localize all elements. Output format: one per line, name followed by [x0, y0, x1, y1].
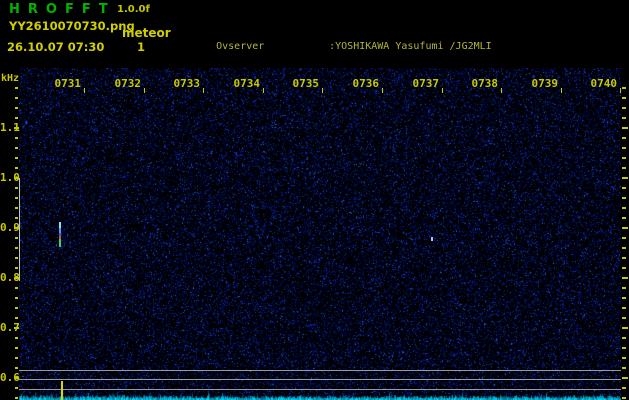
freq-tick-right — [622, 237, 626, 239]
freq-tick-minor — [15, 157, 18, 159]
freq-tick-minor — [15, 267, 18, 269]
freq-tick-major — [14, 127, 19, 129]
time-tick-label: 0732 — [114, 77, 142, 90]
freq-tick-right — [622, 367, 626, 369]
freq-tick-right — [622, 97, 626, 99]
freq-tick-minor — [15, 137, 18, 139]
freq-tick-right — [622, 257, 626, 259]
time-tick-mark — [442, 88, 443, 93]
freq-tick-right — [622, 207, 626, 209]
freq-tick-right — [622, 307, 626, 309]
time-tick-label: 0739 — [531, 77, 559, 90]
freq-tick-minor — [15, 107, 18, 109]
freq-tick-minor — [15, 207, 18, 209]
time-tick-label: 0737 — [412, 77, 440, 90]
freq-tick-minor — [15, 297, 18, 299]
freq-tick-label: 0.9 — [0, 221, 20, 234]
freq-tick-right — [622, 107, 626, 109]
freq-tick-minor — [15, 247, 18, 249]
freq-tick-right — [622, 117, 626, 119]
freq-tick-minor — [15, 387, 18, 389]
freq-tick-right — [622, 397, 626, 399]
reference-line — [19, 370, 621, 371]
freq-tick-major — [14, 177, 19, 179]
freq-tick-minor — [15, 287, 18, 289]
freq-tick-right — [622, 177, 628, 179]
freq-tick-right — [622, 277, 628, 279]
freq-tick-label: 1.0 — [0, 171, 20, 184]
freq-tick-right — [622, 217, 626, 219]
freq-tick-right — [622, 387, 626, 389]
time-tick-mark — [144, 88, 145, 93]
freq-tick-minor — [15, 347, 18, 349]
freq-tick-right — [622, 337, 626, 339]
freq-tick-minor — [15, 147, 18, 149]
freq-tick-minor — [15, 117, 18, 119]
freq-tick-right — [622, 357, 626, 359]
time-tick-mark — [84, 88, 85, 93]
freq-tick-label: 0.7 — [0, 321, 20, 334]
bottom-time-marker — [61, 381, 63, 400]
freq-tick-minor — [15, 367, 18, 369]
time-tick-mark — [620, 88, 621, 93]
freq-tick-right — [622, 297, 626, 299]
freq-tick-right — [622, 247, 626, 249]
freq-tick-minor — [15, 237, 18, 239]
freq-tick-minor — [15, 397, 18, 399]
freq-tick-right — [622, 377, 628, 379]
time-tick-mark — [263, 88, 264, 93]
freq-tick-right — [622, 347, 626, 349]
freq-tick-minor — [15, 197, 18, 199]
freq-tick-minor — [15, 167, 18, 169]
freq-tick-right — [622, 87, 626, 89]
time-tick-label: 0733 — [173, 77, 201, 90]
freq-tick-right — [622, 187, 626, 189]
reference-line — [19, 379, 621, 380]
freq-tick-right — [622, 267, 626, 269]
time-tick-mark — [203, 88, 204, 93]
freq-tick-minor — [15, 187, 18, 189]
freq-tick-right — [622, 167, 626, 169]
time-tick-label: 0736 — [352, 77, 380, 90]
freq-tick-minor — [15, 97, 18, 99]
faint-ping — [431, 237, 433, 241]
freq-tick-right — [622, 147, 626, 149]
freq-tick-right — [622, 287, 626, 289]
freq-tick-right — [622, 317, 626, 319]
freq-tick-label: 1.1 — [0, 121, 20, 134]
freq-tick-right — [622, 127, 628, 129]
freq-tick-major — [14, 277, 19, 279]
freq-tick-minor — [15, 317, 18, 319]
time-tick-mark — [501, 88, 502, 93]
freq-tick-label: 0.8 — [0, 271, 20, 284]
time-tick-label: 0738 — [471, 77, 499, 90]
time-tick-mark — [382, 88, 383, 93]
freq-tick-right — [622, 327, 628, 329]
plot-overlay: 1.1 1.0 0.9 0.8 0.7 0.6 0731 0732 0733 0734 0735 07… — [0, 0, 629, 400]
freq-tick-major — [14, 327, 19, 329]
freq-tick-right — [622, 137, 626, 139]
reference-line — [19, 389, 621, 390]
freq-tick-minor — [15, 357, 18, 359]
time-tick-label: 0734 — [233, 77, 261, 90]
freq-tick-minor — [15, 337, 18, 339]
freq-tick-major — [14, 227, 19, 229]
time-tick-label: 0740 — [590, 77, 618, 90]
meteor-echo-segment — [59, 239, 61, 247]
hrofft-output-image: HROFFT 1.0.0f YY2610070730.png meteor 26… — [0, 0, 629, 400]
freq-tick-right — [622, 157, 626, 159]
time-tick-label: 0731 — [54, 77, 82, 90]
time-tick-mark — [561, 88, 562, 93]
freq-tick-label: 0.6 — [0, 371, 20, 384]
time-tick-mark — [322, 88, 323, 93]
freq-tick-minor — [15, 307, 18, 309]
time-tick-label: 0735 — [292, 77, 320, 90]
freq-tick-minor — [15, 217, 18, 219]
freq-tick-minor — [15, 87, 18, 89]
freq-tick-right — [622, 227, 628, 229]
freq-tick-right — [622, 197, 626, 199]
freq-tick-minor — [15, 257, 18, 259]
